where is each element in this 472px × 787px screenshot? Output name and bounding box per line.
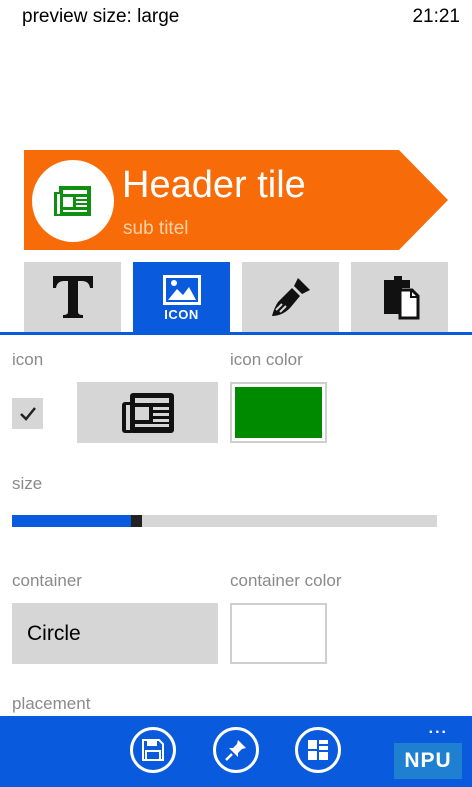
tab-bar: ICON bbox=[0, 262, 472, 334]
tab-divider bbox=[0, 332, 472, 335]
tab-paste[interactable] bbox=[351, 262, 448, 332]
tile-preview: Header tile sub titel bbox=[24, 150, 448, 250]
text-T-icon bbox=[52, 276, 93, 318]
size-slider-fill bbox=[12, 515, 131, 527]
tab-style[interactable] bbox=[242, 262, 339, 332]
status-bar: preview size: large 21:21 bbox=[0, 0, 472, 34]
newspaper-icon bbox=[54, 186, 91, 216]
tiles-icon bbox=[308, 740, 328, 760]
save-button[interactable] bbox=[130, 727, 176, 773]
icon-color-swatch bbox=[235, 387, 322, 438]
size-slider-thumb[interactable] bbox=[131, 515, 142, 527]
clipboard-icon bbox=[383, 276, 419, 320]
tab-icon-label: ICON bbox=[164, 306, 199, 322]
container-color-label: container color bbox=[230, 571, 342, 590]
pin-button[interactable] bbox=[213, 727, 259, 773]
tile-icon-container bbox=[32, 160, 114, 242]
container-label: container bbox=[12, 571, 82, 590]
icon-picker-button[interactable] bbox=[77, 382, 218, 443]
icon-enabled-checkbox[interactable] bbox=[12, 398, 43, 429]
icon-color-label: icon color bbox=[230, 350, 303, 369]
preview-size-title: preview size: large bbox=[22, 6, 180, 27]
placement-label: placement bbox=[12, 694, 91, 713]
tile-subtitle: sub titel bbox=[123, 218, 189, 239]
newspaper-icon bbox=[121, 392, 174, 433]
npu-watermark: NPU bbox=[394, 743, 462, 779]
size-label: size bbox=[12, 474, 43, 493]
icon-label: icon bbox=[12, 350, 44, 369]
checkmark-icon bbox=[19, 406, 36, 421]
clock: 21:21 bbox=[412, 6, 460, 27]
container-shape-select[interactable]: Circle bbox=[12, 603, 218, 664]
icon-color-picker[interactable] bbox=[230, 382, 327, 443]
image-icon bbox=[162, 274, 201, 305]
container-color-swatch bbox=[235, 608, 322, 659]
container-color-picker[interactable] bbox=[230, 603, 327, 664]
tab-text[interactable] bbox=[24, 262, 121, 332]
paintbrush-icon bbox=[271, 278, 310, 316]
tile-title: Header tile bbox=[122, 164, 306, 206]
save-icon bbox=[142, 739, 164, 761]
size-slider[interactable] bbox=[12, 515, 437, 527]
tiles-button[interactable] bbox=[295, 727, 341, 773]
pin-icon bbox=[225, 740, 246, 761]
container-shape-value: Circle bbox=[27, 621, 81, 645]
tab-icon[interactable]: ICON bbox=[133, 262, 230, 334]
more-button[interactable]: ... bbox=[429, 720, 448, 738]
